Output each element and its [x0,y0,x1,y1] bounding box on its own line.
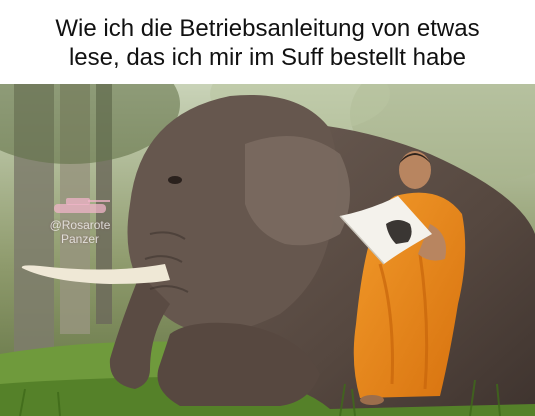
caption-line-1: Wie ich die Betriebsanleitung von etwas [55,15,480,42]
caption-line-2: lese, das ich mir im Suff bestellt habe [68,44,467,71]
monk-head [399,151,431,189]
elephant-eye [168,176,182,184]
tank-icon [54,198,110,213]
caption-bar: Wie ich die Betriebsanleitung von etwas … [0,0,535,84]
meme-image: Wie ich die Betriebsanleitung von etwas … [0,0,535,416]
caption-text: Wie ich die Betriebsanleitung von etwas … [8,14,528,72]
watermark: @Rosarote Panzer [30,194,130,246]
photo: @Rosarote Panzer [0,84,535,416]
watermark-line-1: @Rosarote [49,218,111,232]
watermark-line-2: Panzer [60,232,100,246]
